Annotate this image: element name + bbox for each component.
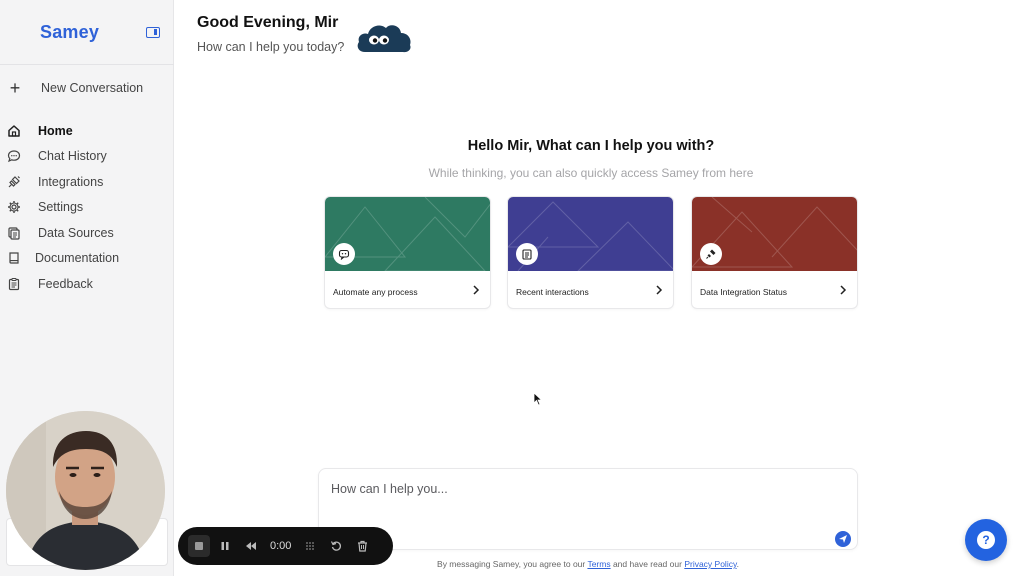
chevron-right-icon — [655, 284, 663, 298]
cloud-mascot-icon — [355, 18, 413, 58]
sidebar-divider — [0, 64, 174, 65]
gear-icon — [6, 199, 22, 215]
main-subtitle: While thinking, you can also quickly acc… — [428, 166, 754, 180]
disclaimer-prefix: By messaging Samey, you agree to our — [437, 559, 588, 569]
restart-button[interactable] — [325, 535, 347, 557]
disclaimer-suffix: . — [736, 559, 739, 569]
book-icon — [6, 250, 22, 266]
plug-icon — [6, 174, 22, 190]
card-automate-any-process[interactable]: Automate any process — [324, 196, 491, 309]
rewind-icon — [246, 542, 256, 550]
screen-recorder-toolbar: 0:00 — [178, 527, 393, 565]
sidebar-item-home[interactable]: Home — [6, 118, 119, 144]
recording-timer: 0:00 — [270, 540, 292, 552]
sidebar-nav: Home Chat History Integrations Settings … — [6, 118, 119, 297]
question-icon: ? — [977, 531, 995, 549]
grid-dots-icon — [306, 542, 315, 550]
bot-chat-icon — [333, 243, 355, 265]
chevron-right-icon — [472, 284, 480, 298]
chat-composer — [318, 468, 858, 550]
sidebar-item-label: Feedback — [38, 276, 93, 291]
new-conversation-button[interactable]: + New Conversation — [8, 78, 143, 98]
stop-icon — [195, 542, 203, 550]
card-data-integration-status[interactable]: Data Integration Status — [691, 196, 858, 309]
sidebar-item-settings[interactable]: Settings — [6, 195, 119, 221]
sidebar-item-chat-history[interactable]: Chat History — [6, 144, 119, 170]
rewind-button[interactable] — [240, 535, 262, 557]
send-icon — [839, 535, 847, 543]
terms-link[interactable]: Terms — [587, 559, 610, 569]
database-icon — [6, 225, 22, 241]
chat-icon — [6, 148, 22, 164]
main-title: Hello Mir, What can I help you with? — [467, 138, 715, 154]
card-recent-interactions[interactable]: Recent interactions — [507, 196, 674, 309]
pause-icon — [221, 542, 229, 550]
sidebar-item-label: Chat History — [38, 149, 107, 164]
trash-icon — [357, 540, 367, 552]
delete-recording-button[interactable] — [351, 535, 373, 557]
card-title: Recent interactions — [516, 287, 589, 297]
card-title: Data Integration Status — [700, 287, 787, 297]
disclaimer-middle: and have read our — [610, 559, 685, 569]
privacy-policy-link[interactable]: Privacy Policy — [684, 559, 736, 569]
restart-icon — [331, 541, 342, 551]
pause-button[interactable] — [214, 535, 236, 557]
card-title: Automate any process — [333, 287, 418, 297]
sidebar-item-integrations[interactable]: Integrations — [6, 169, 119, 195]
chat-disclaimer: By messaging Samey, you agree to our Ter… — [318, 559, 858, 569]
greeting-subtitle: How can I help you today? — [197, 40, 345, 54]
drag-handle[interactable] — [299, 535, 321, 557]
mouse-cursor-icon — [533, 392, 543, 411]
send-button[interactable] — [835, 531, 851, 547]
samey-logo[interactable]: Samey — [40, 22, 99, 43]
chevron-right-icon — [839, 284, 847, 298]
home-icon — [6, 123, 22, 139]
new-conversation-label: New Conversation — [41, 81, 144, 95]
chat-input[interactable] — [331, 479, 811, 499]
sidebar-item-label: Integrations — [38, 174, 104, 189]
sidebar-item-feedback[interactable]: Feedback — [6, 271, 119, 297]
sidebar-item-data-sources[interactable]: Data Sources — [6, 220, 119, 246]
sidebar-toggle-icon[interactable] — [146, 27, 160, 38]
clipboard-icon — [516, 243, 538, 265]
sidebar-item-label: Home — [38, 123, 73, 138]
plug-icon — [700, 243, 722, 265]
plus-icon: + — [9, 78, 21, 98]
webcam-overlay — [6, 411, 165, 570]
sidebar-item-label: Documentation — [35, 251, 120, 266]
sidebar-item-documentation[interactable]: Documentation — [6, 246, 119, 272]
help-button[interactable]: ? — [965, 519, 1007, 561]
greeting-title: Good Evening, Mir — [197, 14, 339, 31]
sidebar-item-label: Data Sources — [38, 225, 114, 240]
stop-recording-button[interactable] — [188, 535, 210, 557]
clipboard-icon — [6, 276, 22, 292]
sidebar-item-label: Settings — [38, 200, 84, 215]
